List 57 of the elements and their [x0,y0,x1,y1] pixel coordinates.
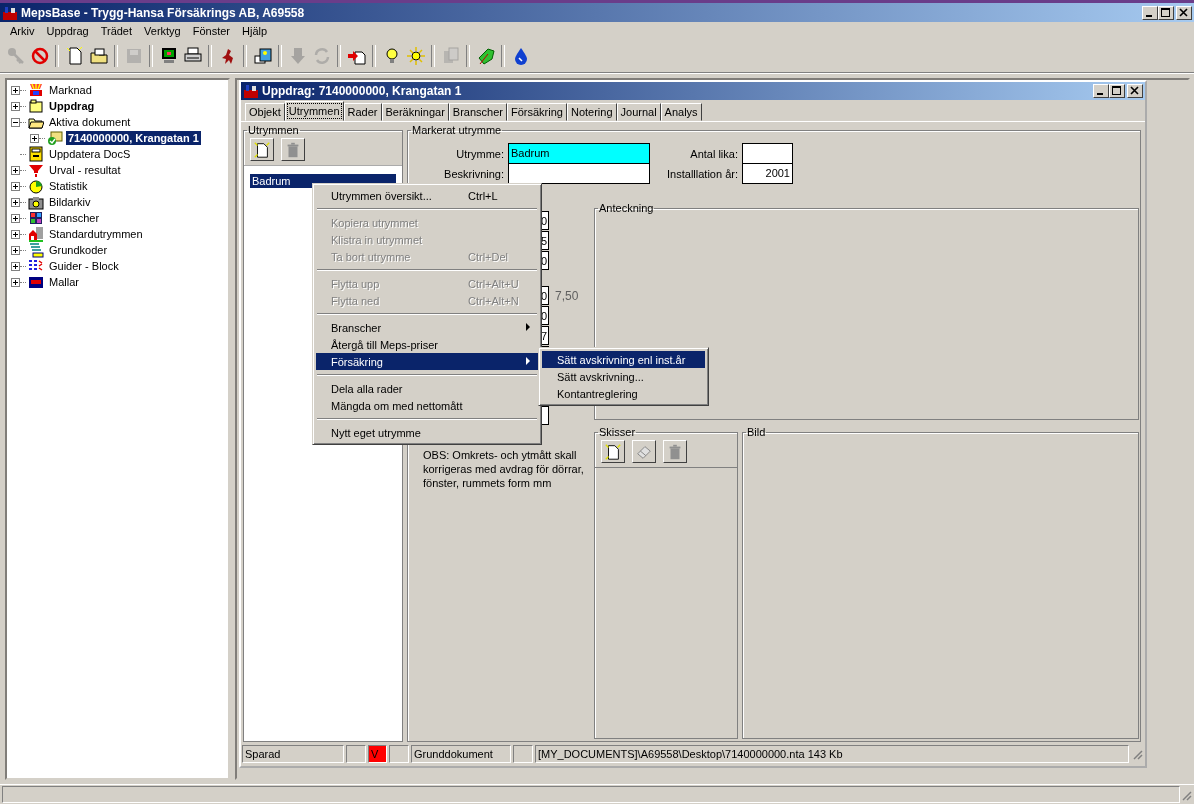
menu-item[interactable]: Nytt eget utrymme [316,424,538,441]
tree-item[interactable]: Urval - resultat [47,163,123,177]
status-pane: Sparad [242,745,344,763]
tree-item[interactable]: Bildarkiv [47,195,93,209]
menu-item[interactable]: Återgå till Meps-priser [316,336,538,353]
group-title: Skisser [598,426,637,438]
menu-item[interactable]: Utrymmen översikt... Ctrl+L [316,187,538,204]
tab[interactable]: Objekt [245,103,285,121]
tree-item[interactable]: Grundkoder [47,243,110,257]
tab[interactable]: Försäkring [506,103,567,121]
group-title: Bild [746,426,767,438]
menu-item[interactable]: Trädet [94,25,139,37]
field-label: Installlation år: [666,167,739,182]
group-title: Markerat utrymme [411,124,503,136]
tree-item[interactable]: Marknad [47,83,94,97]
tree-item[interactable]: Branscher [47,211,102,225]
tab[interactable]: Journal [616,103,661,121]
group-title: Anteckning [598,202,655,214]
status-pane: Grunddokument [411,745,511,763]
status-path: [MY_DOCUMENTS]\A69558\Desktop\7140000000.nta 143 Kb [535,745,1129,763]
menu-item[interactable]: Sätt avskrivning enl inst.år [542,351,705,368]
menu-item[interactable]: Arkiv [4,25,41,37]
tab[interactable]: Utrymmen [284,101,344,121]
menu-item[interactable]: Mängda om med nettomått [316,397,538,414]
room-field[interactable]: Badrum [508,143,650,164]
menu-item[interactable]: Dela alla rader [316,380,538,397]
group-title: Utrymmen [247,124,300,136]
tree-item[interactable]: Mallar [47,275,81,289]
menu-item[interactable]: Sätt avskrivning... [542,368,705,385]
menu-item[interactable]: Verktyg [138,25,187,37]
menu-item[interactable]: Försäkring [316,353,538,370]
tab[interactable]: Analys [660,103,702,121]
tree-item[interactable]: Guider - Block [47,259,121,273]
menu-item[interactable]: Branscher [316,319,538,336]
field-label: Utrymme: [455,147,505,162]
menu-item[interactable]: Fönster [186,25,237,37]
tab[interactable]: Rader [343,103,382,121]
tab[interactable]: Beräkningar [381,103,449,121]
field-label: Beskrivning: [443,167,505,182]
menu-item[interactable]: Kontantreglering [542,385,705,402]
tree-item[interactable]: Aktiva dokument [47,115,133,129]
window-title: MepsBase - Trygg-Hansa Försäkrings AB, A69558 [21,5,305,20]
note-text: OBS: Omkrets- och ytmått skall korrigeras med avdrag för dörrar, fönster, rummets form mm [423,448,585,490]
measure-reading: 7,50 [555,289,579,303]
tree-item[interactable]: Uppdatera DocS [47,147,133,161]
status-flag: V [368,745,387,763]
year-field[interactable]: 2001 [742,163,793,184]
tree-item[interactable]: Standardutrymmen [47,227,145,241]
tab[interactable]: Notering [566,103,617,121]
tree-item[interactable]: Statistik [47,179,90,193]
menu-item[interactable]: Hjälp [236,25,274,37]
menu-item[interactable]: Uppdrag [40,25,95,37]
document-title: Uppdrag: 7140000000, Krangatan 1 [262,84,462,98]
field-label: Antal lika: [689,147,739,162]
tab[interactable]: Branscher [448,103,507,121]
tree-item[interactable]: 7140000000, Krangatan 1 [66,131,201,145]
tree-item[interactable]: Uppdrag [47,99,97,113]
